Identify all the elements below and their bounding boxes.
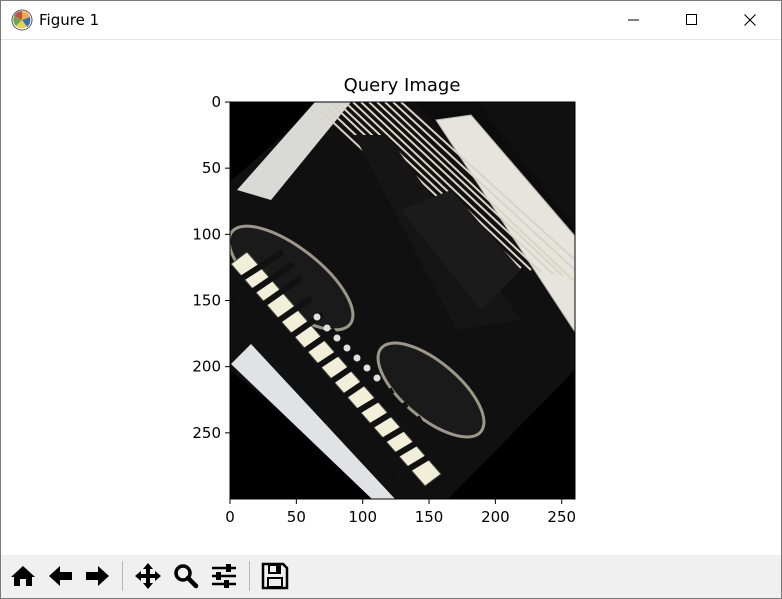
- floppy-disk-icon: [261, 562, 289, 590]
- chart-title: Query Image: [344, 75, 461, 96]
- arrow-left-icon: [49, 566, 72, 586]
- home-button[interactable]: [7, 560, 39, 592]
- x-tick-label: 0: [225, 508, 235, 526]
- axes-svg[interactable]: Query Image 050100150200250 0 50 100 150…: [1, 40, 781, 555]
- y-tick-label: 250: [192, 424, 221, 442]
- x-tick-label: 200: [481, 508, 510, 526]
- back-button[interactable]: [45, 560, 77, 592]
- window-title: Figure 1: [39, 11, 100, 29]
- maximize-icon: [686, 14, 697, 25]
- close-icon: [744, 14, 756, 26]
- maximize-button[interactable]: [663, 1, 721, 39]
- y-tick-label: 200: [192, 358, 221, 376]
- y-tick-label: 150: [192, 292, 221, 310]
- save-button[interactable]: [259, 560, 291, 592]
- y-tick-label: 0: [211, 93, 221, 111]
- home-icon: [11, 566, 35, 586]
- y-axis: 0 50 100 150 200 250: [192, 93, 230, 442]
- x-tick-label: 150: [415, 508, 444, 526]
- x-tick-label: 50: [287, 508, 306, 526]
- title-bar[interactable]: Figure 1: [1, 1, 781, 40]
- figure-canvas[interactable]: Query Image 0 50 100 150 200 250 0 50 10…: [1, 40, 781, 555]
- sliders-icon: [212, 564, 236, 588]
- navigation-toolbar: [1, 555, 781, 598]
- query-image: [230, 102, 575, 499]
- matplotlib-icon: [11, 9, 33, 31]
- x-tick-label: 100: [348, 508, 377, 526]
- y-tick-label: 50: [202, 159, 221, 177]
- close-button[interactable]: [721, 1, 779, 39]
- forward-button[interactable]: [81, 560, 113, 592]
- toolbar-separator: [122, 561, 123, 591]
- zoom-button[interactable]: [170, 560, 202, 592]
- y-tick-label: 100: [192, 225, 221, 243]
- configure-subplots-button[interactable]: [208, 560, 240, 592]
- minimize-button[interactable]: [605, 1, 663, 39]
- arrow-right-icon: [86, 566, 109, 586]
- figure-window: Figure 1 Query Image 0 50 100 150 200 25…: [0, 0, 782, 599]
- x-axis: 0 50 100 150 200 250: [225, 499, 576, 526]
- minimize-icon: [628, 19, 639, 21]
- pan-button[interactable]: [132, 560, 164, 592]
- x-tick-label: 250: [547, 508, 576, 526]
- magnifier-icon: [174, 564, 199, 589]
- move-icon: [135, 563, 161, 589]
- toolbar-separator: [249, 561, 250, 591]
